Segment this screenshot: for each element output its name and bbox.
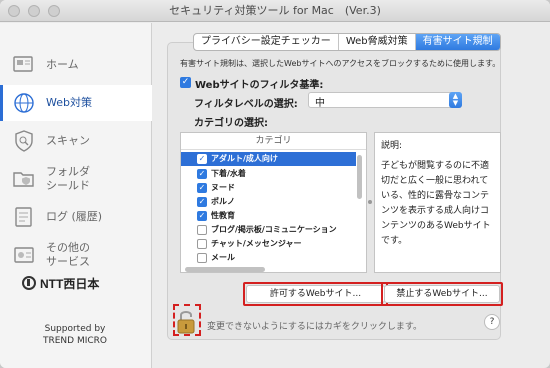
category-checkbox[interactable]: ✓	[197, 197, 207, 207]
category-checkbox[interactable]: ✓	[197, 183, 207, 193]
description-title: 説明:	[381, 141, 403, 151]
category-checkbox[interactable]: ✓	[197, 169, 207, 179]
category-name: ヌード	[211, 183, 235, 192]
category-name: メール	[211, 253, 235, 262]
blocked-sites-button[interactable]: 禁止するWebサイト...	[384, 285, 500, 303]
ntt-logo: NTT西日本	[22, 275, 132, 291]
list-item[interactable]: ブログ/掲示板/コミュニケーション	[181, 223, 356, 237]
log-icon	[15, 207, 32, 227]
title-bar: セキュリティ対策ツール for Mac (Ver.3)	[0, 0, 550, 22]
padlock-icon[interactable]	[177, 308, 195, 334]
tab-privacy-checker[interactable]: プライバシー設定チェッカー	[194, 34, 339, 50]
sidebar-item-label: その他の サービス	[46, 241, 90, 268]
globe-icon	[14, 93, 34, 113]
category-checkbox[interactable]	[197, 253, 207, 263]
home-icon	[13, 56, 33, 72]
ntt-logo-mark-icon	[22, 276, 36, 290]
list-item[interactable]: チャット/メッセンジャー	[181, 237, 356, 251]
tab-bar: プライバシー設定チェッカー Web脅威対策 有害サイト規制	[193, 33, 501, 51]
list-item[interactable]: ✓ ヌード	[181, 181, 356, 195]
folder-shield-icon	[13, 172, 34, 187]
lock-instruction-text: 変更できないようにするにはカギをクリックします。	[207, 322, 423, 332]
sidebar-item-web[interactable]: Web対策	[0, 85, 152, 121]
category-name: アダルト/成人向け	[211, 154, 278, 163]
category-list[interactable]: カテゴリ ✓ アダルト/成人向け ✓ 下着/水着 ✓ ヌード ✓ ポルノ ✓ 性…	[180, 132, 367, 273]
services-icon	[14, 247, 34, 263]
category-name: チャット/メッセンジャー	[211, 239, 302, 248]
sidebar-item-services[interactable]: その他の サービス	[0, 237, 152, 273]
feature-description: 有害サイト規制は、選択したWebサイトへのアクセスをブロックするために使用します…	[180, 59, 501, 68]
category-name: 性教育	[211, 211, 235, 220]
category-checkbox[interactable]: ✓	[197, 211, 207, 221]
ntt-logo-text: NTT西日本	[40, 276, 100, 291]
list-item[interactable]: メール	[181, 251, 356, 265]
sidebar-item-label: Web対策	[46, 96, 92, 109]
window-title: セキュリティ対策ツール for Mac (Ver.3)	[169, 4, 381, 17]
sidebar-item-label: スキャン	[46, 134, 90, 147]
filter-level-label: フィルタレベルの選択:	[194, 99, 298, 110]
supported-by-line: Supported by	[44, 324, 106, 334]
sidebar-item-label: ホーム	[46, 58, 79, 71]
tab-parental-control[interactable]: 有害サイト規制	[415, 34, 500, 50]
allowed-sites-button[interactable]: 許可するWebサイト...	[246, 285, 385, 303]
sidebar-item-log[interactable]: ログ (履歴)	[0, 199, 152, 235]
filter-level-value: 中	[315, 98, 325, 109]
category-description-box: 説明: 子どもが閲覧するのに不適 切だと広く一般に思われて いる、性的に露骨なコ…	[374, 132, 501, 273]
sidebar-item-home[interactable]: ホーム	[0, 47, 152, 83]
sidebar-item-label: フォルダ シールド	[46, 165, 90, 192]
list-item[interactable]: ✓ 下着/水着	[181, 167, 356, 181]
sidebar-item-folder-shield[interactable]: フォルダ シールド	[0, 161, 152, 197]
help-button[interactable]: ?	[484, 314, 500, 330]
sidebar: ホーム Web対策 スキャン フォルダ シールド ログ (履歴) その他の サー…	[0, 23, 152, 368]
filter-checkbox-label: Webサイトのフィルタ基準:	[195, 80, 324, 91]
sidebar-item-label: ログ (履歴)	[46, 210, 103, 223]
category-name: 下着/水着	[211, 169, 246, 178]
trend-micro-line: TREND MICRO	[42, 336, 107, 346]
filter-checkbox[interactable]: ✓	[180, 77, 191, 88]
horizontal-scrollbar[interactable]	[185, 267, 265, 272]
sidebar-item-scan[interactable]: スキャン	[0, 123, 152, 159]
list-item[interactable]: ✓ アダルト/成人向け	[181, 152, 356, 166]
category-checkbox[interactable]	[197, 225, 207, 235]
vertical-scrollbar[interactable]	[357, 155, 362, 199]
chevron-up-down-icon: ▲ ▼	[449, 92, 462, 108]
supported-by-text: Supported by TREND MICRO	[0, 323, 150, 347]
split-handle[interactable]	[368, 200, 372, 204]
category-name: ブログ/掲示板/コミュニケーション	[211, 225, 337, 234]
list-item[interactable]: ✓ ポルノ	[181, 195, 356, 209]
category-name: ポルノ	[211, 197, 235, 206]
category-label: カテゴリの選択:	[194, 118, 268, 129]
list-item[interactable]: ✓ 性教育	[181, 209, 356, 223]
filter-level-select[interactable]: 中 ▲ ▼	[308, 92, 462, 109]
tab-web-threat[interactable]: Web脅威対策	[339, 34, 416, 50]
app-window: セキュリティ対策ツール for Mac (Ver.3) ホーム Web対策 スキ…	[0, 0, 550, 368]
category-checkbox[interactable]: ✓	[197, 154, 207, 164]
category-checkbox[interactable]	[197, 239, 207, 249]
category-column-header: カテゴリ	[181, 133, 366, 150]
description-body: 子どもが閲覧するのに不適 切だと広く一般に思われて いる、性的に露骨なコンテ ン…	[381, 161, 491, 246]
shield-scan-icon	[15, 130, 33, 152]
